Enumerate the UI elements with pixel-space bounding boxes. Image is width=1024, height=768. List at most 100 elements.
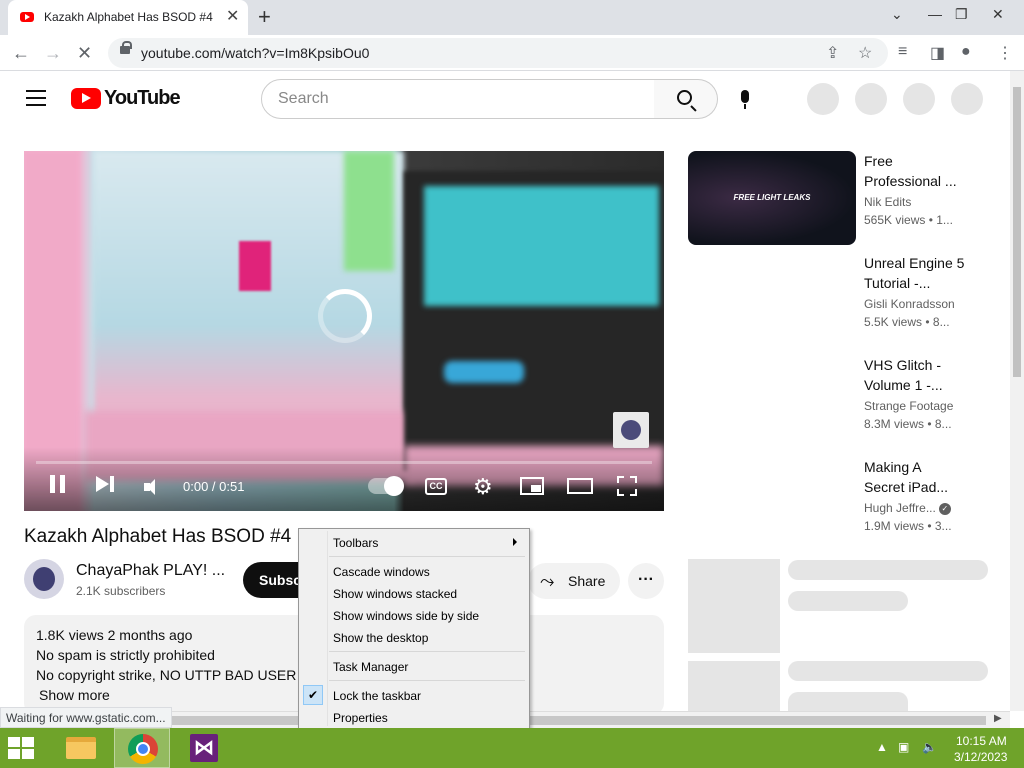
network-icon[interactable]: ▣ <box>898 740 909 754</box>
windows-start-icon[interactable] <box>8 737 38 761</box>
skeleton-thumbnail <box>688 559 780 653</box>
recommendation-channel[interactable]: Strange Footage <box>864 399 984 413</box>
recommendation-channel[interactable]: Hugh Jeffre... ✓ <box>864 501 984 515</box>
taskbar-chrome[interactable] <box>114 728 170 768</box>
recommendation-meta: 5.5K views • 8... <box>864 315 950 329</box>
search-box[interactable] <box>261 79 655 119</box>
skeleton-line <box>788 692 908 711</box>
share-button[interactable]: ⤳ Share <box>528 563 620 599</box>
menu-item-show-windows-side-by-side[interactable]: Show windows side by side <box>301 604 527 626</box>
recommendation-meta: 565K views • 1... <box>864 213 953 227</box>
recommendation-title[interactable]: Unreal Engine 5 Tutorial -... <box>864 253 974 293</box>
channel-watermark-icon[interactable] <box>613 412 649 448</box>
header-placeholder-4[interactable] <box>951 83 983 115</box>
share-page-icon[interactable]: ⇪ <box>826 43 839 63</box>
menu-separator <box>329 556 525 557</box>
channel-name[interactable]: ChayaPhak PLAY! ... <box>76 562 225 580</box>
video-frame-region <box>344 151 394 271</box>
submenu-arrow-icon <box>513 538 517 546</box>
profile-icon[interactable]: ● <box>961 43 971 61</box>
vertical-scroll-thumb[interactable] <box>1013 87 1021 377</box>
header-placeholder-1[interactable] <box>807 83 839 115</box>
youtube-favicon-icon <box>20 12 34 22</box>
clock-time[interactable]: 10:15 AM <box>956 734 1007 748</box>
skeleton-line <box>788 661 988 681</box>
tab-close-icon[interactable]: ✕ <box>226 7 239 27</box>
menu-item-show-windows-stacked[interactable]: Show windows stacked <box>301 582 527 604</box>
recommendation-channel[interactable]: Nik Edits <box>864 195 984 209</box>
page-vertical-scrollbar[interactable] <box>1010 71 1024 711</box>
tab-search-chevron-icon[interactable]: ⌄ <box>891 2 903 26</box>
header-placeholder-2[interactable] <box>855 83 887 115</box>
recommendation-title[interactable]: Making A Secret iPad... <box>864 457 974 497</box>
search-input[interactable] <box>278 80 638 118</box>
back-icon[interactable]: ← <box>12 41 30 65</box>
browser-menu-icon[interactable]: ⋮ <box>997 43 1013 63</box>
captions-icon[interactable]: CC <box>425 478 447 495</box>
side-panel-icon[interactable]: ◨ <box>930 43 945 63</box>
recommendation-channel[interactable]: Gisli Konradsson <box>864 297 984 311</box>
more-actions-icon[interactable]: ··· <box>628 563 664 599</box>
browser-tab[interactable]: Kazakh Alphabet Has BSOD #4 - ✕ <box>8 0 248 35</box>
search-button[interactable] <box>654 79 718 119</box>
microphone-icon[interactable] <box>741 90 749 109</box>
fullscreen-icon[interactable] <box>617 476 637 496</box>
header-placeholder-3[interactable] <box>903 83 935 115</box>
hamburger-menu-icon[interactable] <box>26 90 46 106</box>
recommendation-card[interactable]: FREE LIGHT LEAKS Free Professional ... N… <box>688 151 988 251</box>
address-bar[interactable]: youtube.com/watch?v=Im8KpsibOu0 ⇪ ☆ <box>108 38 888 68</box>
taskbar-visual-studio[interactable]: ⋈ <box>176 728 232 768</box>
folder-icon <box>66 737 96 759</box>
search-icon <box>677 90 692 105</box>
video-player[interactable]: 0:00 / 0:51 CC ⚙ <box>24 151 664 511</box>
youtube-logo-icon[interactable] <box>71 88 101 109</box>
theater-mode-icon[interactable] <box>567 478 593 494</box>
forward-icon[interactable]: → <box>44 41 62 65</box>
time-display: 0:00 / 0:51 <box>183 479 245 494</box>
recommendation-thumbnail[interactable]: FREE LIGHT LEAKS <box>688 151 856 245</box>
lock-icon[interactable] <box>120 41 132 54</box>
show-hidden-icons-icon[interactable]: ▲ <box>876 740 888 754</box>
recommendation-title[interactable]: VHS Glitch - Volume 1 -... <box>864 355 974 395</box>
recommendation-card[interactable]: Unreal Engine 5 Tutorial -... Gisli Konr… <box>688 253 988 353</box>
progress-bar[interactable] <box>36 461 652 464</box>
close-window-icon[interactable]: ✕ <box>992 2 1004 26</box>
skeleton-line <box>788 591 908 611</box>
menu-separator <box>329 651 525 652</box>
new-tab-icon[interactable]: + <box>258 4 271 30</box>
stop-loading-icon[interactable]: ✕ <box>77 41 92 65</box>
menu-item-lock-the-taskbar[interactable]: ✔ Lock the taskbar <box>301 684 527 706</box>
menu-item-toolbars[interactable]: Toolbars <box>301 531 527 553</box>
visual-studio-icon: ⋈ <box>190 734 218 762</box>
bookmark-star-icon[interactable]: ☆ <box>858 43 872 63</box>
menu-item-show-the-desktop[interactable]: Show the desktop <box>301 626 527 648</box>
menu-item-cascade-windows[interactable]: Cascade windows <box>301 560 527 582</box>
youtube-wordmark[interactable]: YouTube <box>104 87 181 110</box>
channel-avatar[interactable] <box>24 559 64 599</box>
restore-icon[interactable]: ❐ <box>955 2 968 26</box>
recommendation-title[interactable]: Free Professional ... <box>864 151 974 191</box>
checkmark-icon: ✔ <box>303 685 323 705</box>
description-stats: 1.8K views 2 months ago <box>36 627 193 643</box>
taskbar-file-explorer[interactable] <box>52 728 108 768</box>
menu-item-properties[interactable]: Properties <box>301 706 527 728</box>
scroll-right-arrow-icon[interactable]: ▶ <box>994 713 1002 724</box>
pause-icon[interactable] <box>50 475 66 493</box>
media-controls-icon[interactable]: ≡ <box>898 43 907 61</box>
windows-taskbar[interactable]: ⋈ ▲ ▣ 🔈 10:15 AM 3/12/2023 <box>0 728 1024 768</box>
recommendation-card[interactable]: VHS Glitch - Volume 1 -... Strange Foota… <box>688 355 988 455</box>
autoplay-toggle[interactable] <box>368 476 404 496</box>
show-more-link[interactable]: Show more <box>39 687 110 703</box>
url-text[interactable]: youtube.com/watch?v=Im8KpsibOu0 <box>141 45 369 61</box>
clock-date[interactable]: 3/12/2023 <box>954 750 1007 764</box>
minimize-icon[interactable]: — <box>928 2 942 26</box>
recommendation-card[interactable]: Making A Secret iPad... Hugh Jeffre... ✓ … <box>688 457 988 557</box>
menu-item-task-manager[interactable]: Task Manager <box>301 655 527 677</box>
next-video-icon[interactable] <box>96 475 116 493</box>
tab-strip: Kazakh Alphabet Has BSOD #4 - ✕ + ⌄ — ❐ … <box>0 0 1024 35</box>
miniplayer-icon[interactable] <box>520 477 544 495</box>
taskbar-context-menu: Toolbars Cascade windows Show windows st… <box>298 528 530 729</box>
settings-gear-icon[interactable]: ⚙ <box>473 476 493 498</box>
volume-icon[interactable] <box>144 478 164 496</box>
volume-tray-icon[interactable]: 🔈 <box>922 740 937 754</box>
